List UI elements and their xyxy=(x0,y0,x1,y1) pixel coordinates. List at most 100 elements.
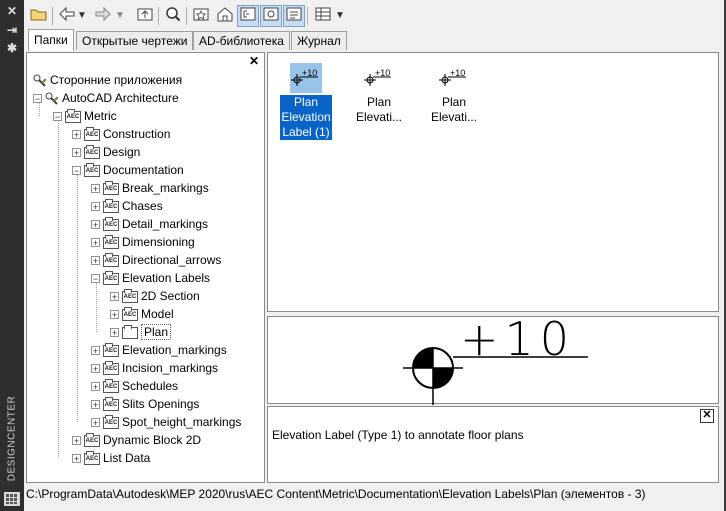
expand-icon[interactable]: + xyxy=(110,292,119,302)
tree-node[interactable]: + AEC Model xyxy=(110,305,174,323)
palette-sidebar: ✕ ⇥ ✱ DESIGNCENTER xyxy=(0,0,24,511)
folder-tree[interactable]: ✕ Сторонние приложения − AutoCAD Architect… xyxy=(26,52,265,483)
tree-node[interactable]: + AEC Directional_arrows xyxy=(91,251,221,269)
content-item[interactable]: +10 Plan Elevati... xyxy=(351,63,407,125)
expand-icon[interactable]: + xyxy=(91,256,100,266)
expand-icon[interactable]: + xyxy=(72,454,81,464)
aec-folder-icon: AEC xyxy=(103,396,119,411)
expand-icon[interactable]: + xyxy=(91,400,100,410)
app-icon xyxy=(33,74,47,88)
aec-folder-icon: AEC xyxy=(84,432,100,447)
forward-arrow-icon[interactable] xyxy=(92,6,114,26)
tree-node-label: Dimensioning xyxy=(122,235,195,249)
expand-icon[interactable]: + xyxy=(110,310,119,320)
expand-icon[interactable]: + xyxy=(91,382,100,392)
content-item[interactable]: +10 Plan Elevation Label (1) xyxy=(278,63,334,140)
tree-node[interactable]: + AEC Spot_height_markings xyxy=(91,413,241,431)
toolbar: ▼ ▼ ▼ xyxy=(24,0,724,32)
tree-node[interactable]: + AEC Dimensioning xyxy=(91,233,195,251)
palette-title[interactable]: DESIGNCENTER xyxy=(0,395,24,485)
description-toggle-icon[interactable] xyxy=(283,5,305,27)
tree-node[interactable]: Сторонние приложения xyxy=(33,71,182,89)
tree-node[interactable]: + AEC Chases xyxy=(91,197,163,215)
collapse-icon[interactable]: − xyxy=(53,112,62,122)
search-icon[interactable] xyxy=(162,6,184,26)
aec-folder-icon: AEC xyxy=(103,252,119,267)
tree-node[interactable]: + AEC 2D Section xyxy=(110,287,200,305)
tree-node[interactable]: + Plan xyxy=(110,323,172,341)
expand-icon[interactable]: + xyxy=(91,184,100,194)
tree-node[interactable]: + AEC Break_markings xyxy=(91,179,209,197)
aec-folder-icon: AEC xyxy=(84,126,100,141)
favorites-icon[interactable] xyxy=(190,6,212,26)
expand-icon[interactable]: + xyxy=(110,328,119,338)
aec-folder-icon: AEC xyxy=(65,108,81,123)
aec-folder-icon: AEC xyxy=(103,270,119,285)
close-palette-button[interactable]: ✕ xyxy=(3,4,21,18)
content-area[interactable]: +10 Plan Elevation Label (1) +10 Plan Eleva… xyxy=(267,52,719,312)
expand-icon[interactable]: + xyxy=(72,130,81,140)
tree-view-toggle-icon[interactable] xyxy=(237,5,259,27)
tree-node[interactable]: + AEC Construction xyxy=(72,125,170,143)
tree-node[interactable]: − AEC Documentation xyxy=(72,161,184,179)
tree-node[interactable]: − AutoCAD Architecture xyxy=(33,89,179,107)
collapse-icon[interactable]: − xyxy=(91,274,100,284)
tree-node-label: Elevation Labels xyxy=(122,271,211,285)
autohide-button[interactable]: ⇥ xyxy=(3,23,21,37)
expand-icon[interactable]: + xyxy=(91,202,100,212)
aec-folder-icon: AEC xyxy=(103,198,119,213)
back-dropdown-icon[interactable]: ▼ xyxy=(76,6,88,26)
expand-icon[interactable]: + xyxy=(72,148,81,158)
back-arrow-icon[interactable] xyxy=(56,6,78,26)
status-bar-path: C:\ProgramData\Autodesk\MEP 2020\rus\AEC… xyxy=(26,487,646,501)
expand-icon[interactable]: + xyxy=(91,418,100,428)
content-item-label: Plan Elevati... xyxy=(430,95,478,124)
description-close-icon[interactable]: ✕ xyxy=(700,409,714,423)
tree-node[interactable]: − AEC Metric xyxy=(53,107,117,125)
folder-icon xyxy=(122,324,138,339)
tab-strip: Папки Открытые чертежи AD-библиотека Жур… xyxy=(24,29,724,51)
expand-icon[interactable]: + xyxy=(72,436,81,446)
tree-close-icon[interactable]: ✕ xyxy=(248,55,260,67)
palette-menu-icon[interactable] xyxy=(4,492,20,506)
tree-node-label: Spot_height_markings xyxy=(122,415,242,429)
tree-node[interactable]: + AEC Dynamic Block 2D xyxy=(72,431,201,449)
expand-icon[interactable]: + xyxy=(91,220,100,230)
tree-node[interactable]: − AEC Elevation Labels xyxy=(91,269,210,287)
load-icon[interactable] xyxy=(28,6,50,26)
properties-button[interactable]: ✱ xyxy=(3,41,21,55)
views-icon[interactable] xyxy=(312,6,334,26)
tree-node[interactable]: + AEC Slits Openings xyxy=(91,395,199,413)
tab-ad-library[interactable]: AD-библиотека xyxy=(193,31,290,50)
collapse-icon[interactable]: − xyxy=(33,94,42,104)
collapse-icon[interactable]: − xyxy=(72,166,81,176)
tree-node[interactable]: + AEC List Data xyxy=(72,449,150,467)
tab-folders[interactable]: Папки xyxy=(28,29,74,51)
up-folder-icon[interactable] xyxy=(134,6,156,26)
preview-toggle-icon[interactable] xyxy=(260,5,282,27)
expand-icon[interactable]: + xyxy=(91,238,100,248)
tree-node-label: Detail_markings xyxy=(122,217,209,231)
views-dropdown-icon[interactable]: ▼ xyxy=(334,6,346,26)
tree-node[interactable]: + AEC Schedules xyxy=(91,377,178,395)
aec-folder-icon: AEC xyxy=(103,360,119,375)
tree-node[interactable]: + AEC Design xyxy=(72,143,140,161)
tree-node[interactable]: + AEC Elevation_markings xyxy=(91,341,227,359)
tree-node-label: Schedules xyxy=(122,379,179,393)
expand-icon[interactable]: + xyxy=(91,364,100,374)
content-item-label: Plan Elevati... xyxy=(355,95,403,124)
expand-icon[interactable]: + xyxy=(91,346,100,356)
tree-node[interactable]: + AEC Incision_markings xyxy=(91,359,218,377)
tree-node-label: Incision_markings xyxy=(122,361,219,375)
forward-dropdown-icon[interactable]: ▼ xyxy=(114,6,126,26)
tree-node-label: Chases xyxy=(122,199,163,213)
tree-node-label: List Data xyxy=(103,451,151,465)
tree-node[interactable]: + AEC Detail_markings xyxy=(91,215,208,233)
home-icon[interactable] xyxy=(214,6,236,26)
block-thumbnail: +10 xyxy=(290,63,322,93)
tab-history[interactable]: Журнал xyxy=(291,31,347,50)
tab-open-drawings[interactable]: Открытые чертежи xyxy=(76,31,194,50)
content-item[interactable]: +10 Plan Elevati... xyxy=(426,63,482,125)
svg-text:+10: +10 xyxy=(302,68,317,78)
tree-node-label: Slits Openings xyxy=(122,397,200,411)
